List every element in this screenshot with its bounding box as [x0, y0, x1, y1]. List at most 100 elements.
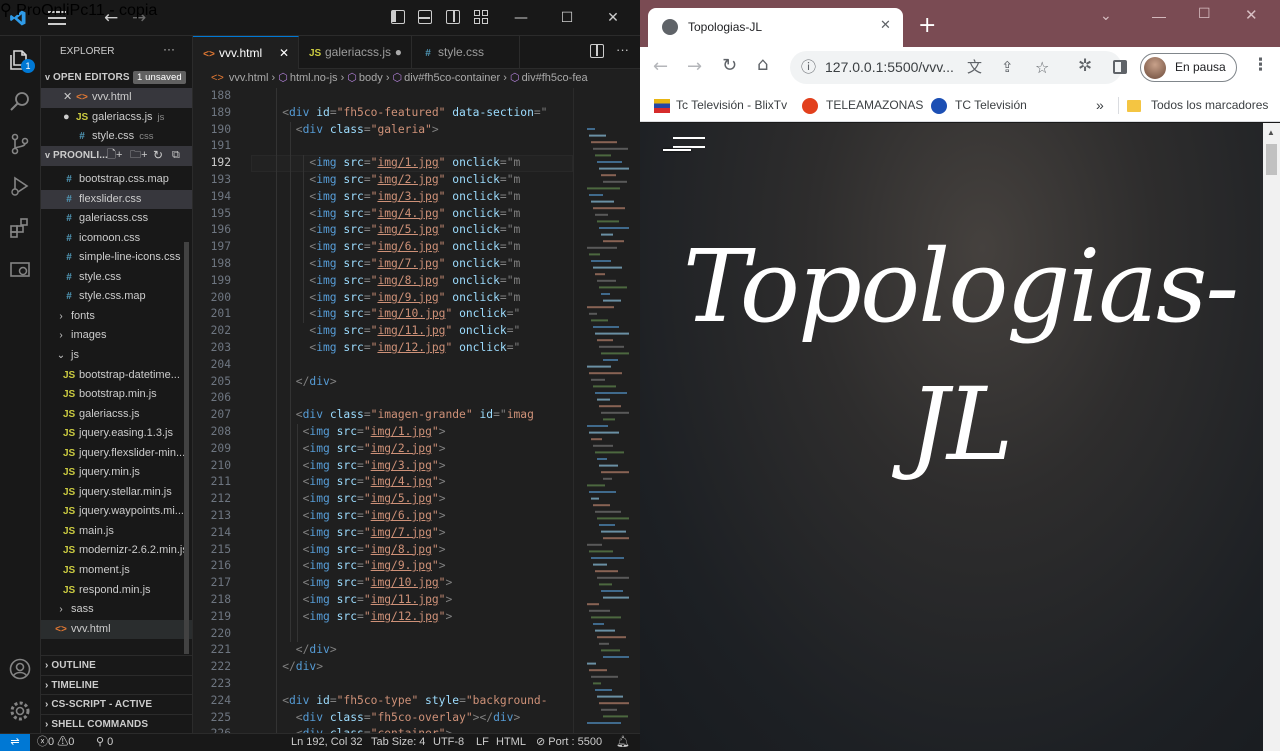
file-item[interactable]: # galeriacss.css	[41, 209, 192, 229]
all-bookmarks[interactable]: Todos los marcadores	[1127, 89, 1268, 122]
chrome-menu-icon[interactable]: ⋮	[1252, 55, 1269, 75]
more-bookmarks-icon[interactable]: »	[1096, 89, 1104, 122]
file-item[interactable]: # flexslider.css	[41, 189, 192, 210]
file-item[interactable]: JS bootstrap-datetime...	[41, 366, 192, 386]
file-item[interactable]: JS jquery.flexslider-min...	[41, 444, 192, 464]
problems-indicator[interactable]: ⓧ0 ⚠0	[37, 734, 74, 751]
editor-more-icon[interactable]: ···	[616, 42, 629, 57]
sidebar-scrollbar[interactable]	[184, 242, 189, 654]
browser-minimize-icon[interactable]: —	[1152, 8, 1166, 24]
extensions-icon[interactable]	[8, 216, 32, 240]
customize-layout-icon[interactable]	[474, 10, 488, 24]
collapse-all-icon[interactable]: ⧉	[172, 146, 180, 165]
toggle-sidebar-icon[interactable]	[391, 10, 405, 24]
new-file-icon[interactable]: 🗋+	[107, 146, 122, 165]
file-item[interactable]: JS jquery.stellar.min.js	[41, 483, 192, 503]
panel-section-cs-script-active[interactable]: › CS-SCRIPT - ACTIVE	[41, 694, 192, 714]
accounts-icon[interactable]	[8, 657, 32, 681]
breadcrumb-item[interactable]: html.no-js	[290, 72, 338, 84]
file-item[interactable]: JS main.js	[41, 522, 192, 542]
notifications-bell-icon[interactable]: 🔔︎	[616, 734, 630, 751]
folder-item[interactable]: › sass	[41, 600, 192, 620]
refresh-icon[interactable]: ↻	[153, 146, 163, 165]
file-item[interactable]: # icomoon.css	[41, 229, 192, 249]
toggle-secondary-sidebar-icon[interactable]	[446, 10, 460, 24]
maximize-icon[interactable]: ☐	[547, 0, 587, 36]
panel-section-timeline[interactable]: › TIMELINE	[41, 674, 192, 695]
file-item[interactable]: JS respond.min.js	[41, 581, 192, 601]
remote-explorer-icon[interactable]	[8, 258, 32, 282]
scroll-up-arrow-icon[interactable]: ▲	[1267, 128, 1275, 137]
cursor-position[interactable]: Ln 192, Col 32	[291, 734, 363, 751]
close-tab-icon[interactable]: ✕	[880, 18, 891, 33]
file-item[interactable]: JS galeriacss.js	[41, 405, 192, 425]
file-item[interactable]: JS modernizr-2.6.2.min.js	[41, 541, 192, 561]
tab-search-chevron-icon[interactable]: ⌄	[1100, 8, 1112, 24]
tab-vvv-html[interactable]: <> vvv.html ✕	[193, 36, 299, 69]
minimap[interactable]	[587, 88, 631, 733]
file-item[interactable]: JS jquery.min.js	[41, 463, 192, 483]
site-info-icon[interactable]: ⓘ	[801, 51, 816, 84]
search-view-icon[interactable]	[8, 90, 32, 114]
folder-item[interactable]: › images	[41, 326, 192, 346]
page-scrollbar[interactable]: ▲	[1263, 123, 1280, 751]
open-editors-header[interactable]: v OPEN EDITORS 1 unsaved	[41, 68, 192, 88]
explorer-icon[interactable]: 1	[8, 48, 35, 73]
open-editor-item[interactable]: # style.css css	[41, 127, 192, 147]
open-editor-item[interactable]: ✕ <> vvv.html	[41, 88, 192, 108]
home-icon[interactable]: ⌂	[757, 54, 768, 75]
breadcrumb-item[interactable]: div#fh5co-container	[404, 72, 500, 84]
file-item[interactable]: # style.css.map	[41, 287, 192, 307]
language-mode[interactable]: HTML	[496, 734, 526, 751]
unsaved-dot-icon[interactable]: ●	[395, 36, 402, 69]
tab-style-css[interactable]: # style.css	[412, 36, 520, 69]
browser-maximize-icon[interactable]: ☐	[1198, 6, 1211, 22]
file-item[interactable]: # style.css	[41, 268, 192, 288]
panel-section-shell-commands[interactable]: › SHELL COMMANDS	[41, 713, 192, 734]
new-tab-icon[interactable]: +	[918, 13, 936, 38]
project-header[interactable]: v PROONLI... 🗋+ 🗀+ ↻ ⧉	[41, 146, 192, 166]
file-item[interactable]: JS moment.js	[41, 561, 192, 581]
file-item[interactable]: # simple-line-icons.css	[41, 248, 192, 268]
share-icon[interactable]: ⇪	[1001, 51, 1014, 84]
tab-galeriacss-js[interactable]: JS galeriacss.js ●	[299, 36, 412, 69]
code-editor[interactable]: 188 189 <div id="fh5co-featured" data-sect…	[193, 88, 573, 733]
file-item[interactable]: <> vvv.html	[41, 619, 192, 640]
close-tab-icon[interactable]: ✕	[279, 37, 289, 70]
encoding[interactable]: UTF-8	[433, 734, 464, 751]
run-debug-icon[interactable]	[8, 174, 32, 198]
breadcrumb-item[interactable]: vvv.html	[229, 72, 269, 84]
extensions-puzzle-icon[interactable]: ✲	[1078, 56, 1092, 76]
settings-gear-icon[interactable]	[8, 699, 32, 723]
breadcrumb-item[interactable]: div#fh5co-fea	[522, 72, 588, 84]
breadcrumb-item[interactable]: body	[359, 72, 383, 84]
panel-section-outline[interactable]: › OUTLINE	[41, 655, 192, 675]
hamburger-menu-icon[interactable]	[663, 137, 705, 157]
bookmark-item[interactable]: Tc Televisión - BlixTv	[654, 89, 787, 122]
bookmark-item[interactable]: TC Televisión	[931, 89, 1027, 122]
command-center-search[interactable]: ⚲ ProOnliPc11 - copia	[0, 0, 157, 20]
minimize-icon[interactable]: —	[501, 0, 541, 36]
reload-icon[interactable]: ↻	[722, 55, 737, 76]
browser-tab[interactable]: Topologias-JL ✕	[648, 8, 903, 47]
end-of-line[interactable]: LF	[476, 734, 489, 751]
translate-icon[interactable]: 文	[967, 51, 982, 84]
browser-close-icon[interactable]: ✕	[1245, 6, 1258, 24]
toggle-panel-icon[interactable]	[418, 10, 432, 24]
file-item[interactable]: JS jquery.easing.1.3.js	[41, 424, 192, 444]
file-item[interactable]: # bootstrap.css.map	[41, 170, 192, 190]
source-control-icon[interactable]	[8, 132, 32, 156]
remote-indicator-icon[interactable]: ⇌	[0, 734, 30, 751]
side-panel-icon[interactable]	[1113, 60, 1127, 74]
folder-item[interactable]: › fonts	[41, 307, 192, 327]
bookmark-star-icon[interactable]: ☆	[1035, 51, 1049, 84]
profile-button[interactable]: En pausa	[1140, 53, 1237, 82]
forward-icon[interactable]: →	[687, 56, 702, 77]
address-bar[interactable]: ⓘ 127.0.0.1:5500/vvv... 文 ⇪ ☆	[790, 51, 1122, 84]
tab-size[interactable]: Tab Size: 4	[371, 734, 425, 751]
new-folder-icon[interactable]: 🗀+	[130, 146, 148, 165]
bookmark-item[interactable]: TELEAMAZONAS	[802, 89, 923, 122]
close-editor-icon[interactable]: ✕	[63, 88, 76, 107]
live-server-status[interactable]: ⊘ Port : 5500	[536, 734, 602, 751]
file-item[interactable]: JS bootstrap.min.js	[41, 385, 192, 405]
